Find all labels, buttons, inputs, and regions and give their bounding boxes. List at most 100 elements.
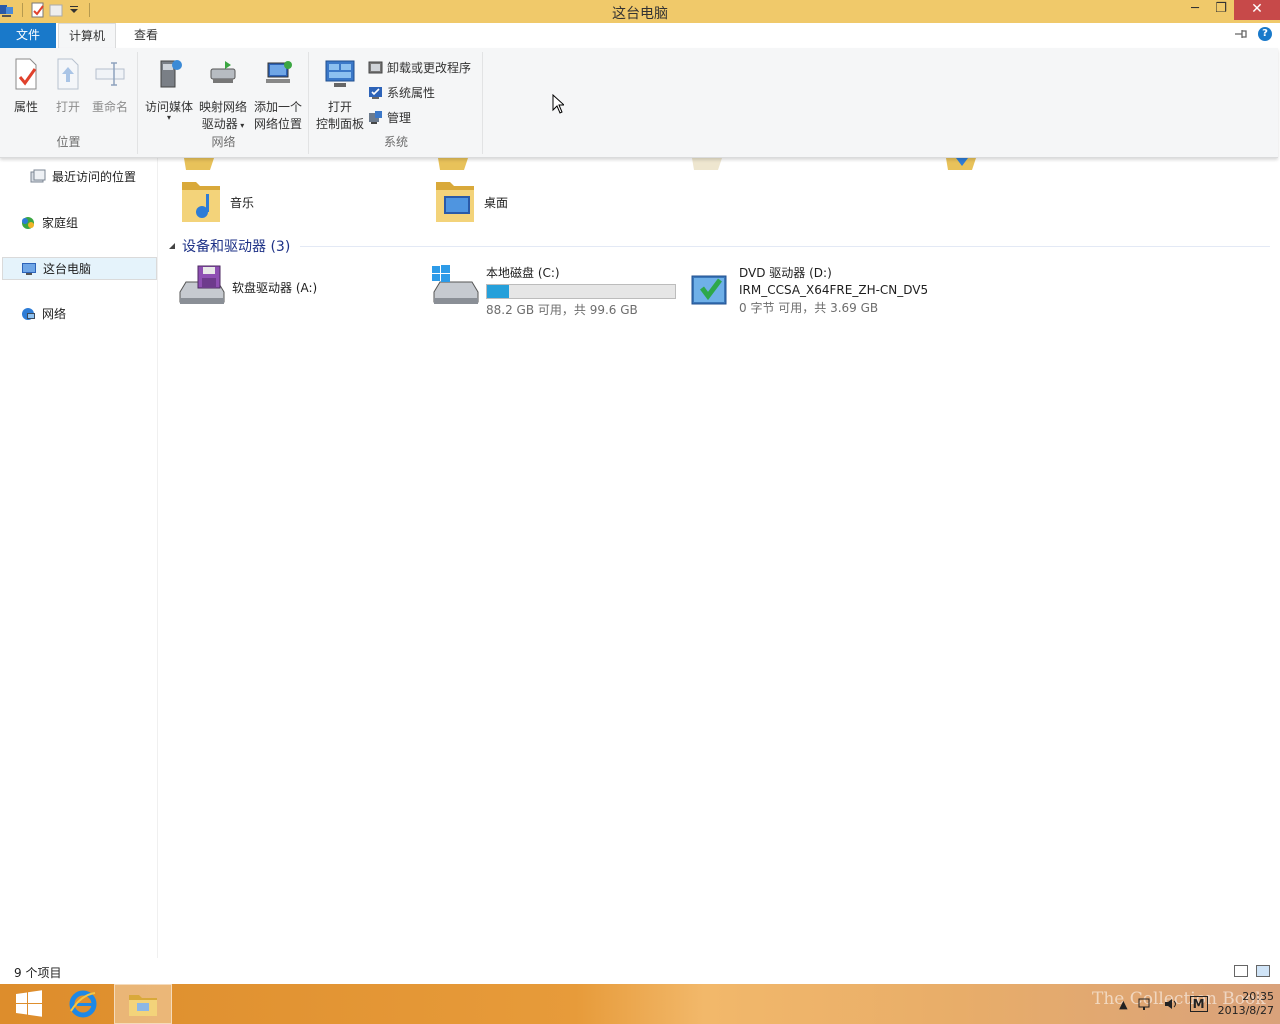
taskbar: The Collection Book ▲ M 20:35 2013/8/27 — [0, 984, 1280, 1024]
folder-label: 音乐 — [230, 195, 255, 210]
properties-label: 属性 — [13, 100, 38, 114]
network-icon — [22, 307, 35, 320]
map-drive-label-2: 驱动器 — [201, 117, 238, 131]
nav-item-this-pc[interactable]: 这台电脑 — [2, 257, 157, 280]
help-icon[interactable]: ? — [1258, 27, 1272, 41]
properties-button[interactable]: 属性 — [8, 57, 44, 115]
recent-places-icon — [30, 169, 46, 182]
group-label-network: 网络 — [211, 135, 236, 149]
nav-label: 这台电脑 — [43, 262, 92, 276]
nav-item-homegroup[interactable]: 家庭组 — [20, 214, 78, 231]
rename-button[interactable]: 重命名 — [90, 57, 130, 115]
ribbon-right-controls: ? — [1234, 27, 1272, 41]
minimize-button[interactable]: ─ — [1182, 0, 1208, 20]
devices-section-title: 设备和驱动器 (3) — [182, 239, 291, 255]
devices-section-header[interactable]: 设备和驱动器 (3) — [168, 236, 290, 256]
folder-desktop[interactable]: 桌面 — [434, 178, 508, 226]
nav-item-network[interactable]: 网络 — [20, 305, 66, 322]
navigation-pane: 最近访问的位置 家庭组 这台电脑 网络 — [0, 158, 158, 958]
drive-name: 本地磁盘 (C:) — [486, 266, 560, 280]
collapse-triangle-icon[interactable] — [168, 242, 176, 250]
nav-label: 网络 — [42, 307, 67, 321]
add-network-label-2: 网络位置 — [253, 117, 302, 131]
nav-label: 最近访问的位置 — [52, 170, 137, 184]
status-bar: 9 个项目 — [0, 958, 1280, 984]
control-panel-label-2: 控制面板 — [315, 117, 364, 131]
window-controls: ─ ❐ ✕ — [1182, 0, 1280, 20]
group-label-location: 位置 — [56, 135, 81, 149]
ribbon-tabs: 文件 计算机 查看 ? — [0, 23, 1280, 49]
dropdown-arrow-icon: ▾ — [237, 121, 245, 130]
map-drive-label-1: 映射网络 — [198, 100, 247, 114]
system-properties-button[interactable]: 系统属性 — [368, 84, 435, 101]
access-media-button[interactable]: 访问媒体 ▾ — [143, 57, 195, 122]
add-network-label-1: 添加一个 — [253, 100, 302, 114]
internet-explorer-icon — [69, 990, 97, 1018]
nav-item-recent-places[interactable]: 最近访问的位置 — [30, 168, 136, 185]
disk-usage-bar — [486, 284, 676, 299]
large-icons-view-icon[interactable] — [1256, 965, 1270, 977]
window-title: 这台电脑 — [612, 6, 668, 22]
open-button[interactable]: 打开 — [50, 57, 86, 115]
control-panel-label-1: 打开 — [327, 100, 352, 114]
rename-icon — [95, 62, 125, 86]
drive-dvd-d[interactable]: DVD 驱动器 (D:) IRM_CCSA_X64FRE_ZH-CN_DV5 0… — [690, 264, 928, 316]
manage-icon — [369, 111, 382, 124]
clock[interactable]: 20:35 2013/8/27 — [1218, 990, 1274, 1018]
drive-floppy[interactable]: 软盘驱动器 (A:) — [176, 264, 317, 310]
taskbar-file-explorer[interactable] — [114, 984, 172, 1024]
section-divider — [300, 246, 1270, 247]
item-count: 9 个项目 — [14, 966, 62, 980]
pin-ribbon-icon[interactable] — [1234, 28, 1248, 40]
system-tray: ▲ M 20:35 2013/8/27 — [1119, 984, 1274, 1024]
folder-icon — [438, 158, 468, 170]
rename-label: 重命名 — [91, 100, 128, 114]
show-hidden-icons-icon[interactable]: ▲ — [1119, 998, 1127, 1011]
tab-computer[interactable]: 计算机 — [58, 23, 117, 49]
folder-music[interactable]: 音乐 — [180, 178, 254, 226]
add-network-location-button[interactable]: 添加一个 网络位置 — [251, 57, 305, 132]
ribbon-group-location: 属性 打开 重命名 位置 — [0, 52, 138, 154]
details-view-icon[interactable] — [1234, 965, 1248, 977]
system-properties-label: 系统属性 — [387, 86, 436, 100]
music-folder-icon — [182, 182, 220, 222]
drive-name: DVD 驱动器 (D:) — [739, 266, 832, 280]
drive-space: 0 字节 可用，共 3.69 GB — [739, 301, 879, 315]
mouse-cursor-icon — [552, 94, 564, 114]
open-control-panel-button[interactable]: 打开 控制面板 — [314, 57, 366, 132]
uninstall-icon — [368, 61, 383, 74]
drive-local-disk-c[interactable]: 本地磁盘 (C:) 88.2 GB 可用，共 99.6 GB — [430, 264, 676, 318]
volume-icon[interactable] — [1164, 997, 1180, 1011]
network-status-icon[interactable] — [1138, 997, 1154, 1011]
file-explorer-icon — [129, 995, 157, 1016]
taskbar-internet-explorer[interactable] — [54, 984, 112, 1024]
start-button[interactable] — [0, 984, 58, 1024]
drive-details: 本地磁盘 (C:) 88.2 GB 可用，共 99.6 GB — [486, 264, 676, 318]
homegroup-icon — [22, 216, 34, 229]
map-drive-icon — [210, 61, 236, 83]
tab-file[interactable]: 文件 — [0, 23, 56, 48]
map-network-drive-button[interactable]: 映射网络 驱动器 ▾ — [197, 57, 249, 132]
tab-view[interactable]: 查看 — [124, 23, 168, 48]
input-method-indicator[interactable]: M — [1189, 996, 1208, 1012]
ribbon-group-network: 访问媒体 ▾ 映射网络 驱动器 ▾ 添加一个 网络位置 网络 — [139, 52, 309, 154]
folder-icon — [184, 158, 214, 170]
title-bar: 这台电脑 ─ ❐ ✕ — [0, 0, 1280, 23]
uninstall-program-button[interactable]: 卸载或更改程序 — [368, 59, 471, 76]
desktop-folder-icon — [436, 182, 474, 222]
clock-time: 20:35 — [1242, 990, 1274, 1003]
media-icon — [160, 60, 182, 88]
manage-label: 管理 — [387, 111, 412, 125]
control-panel-icon — [325, 60, 355, 87]
close-button[interactable]: ✕ — [1234, 0, 1280, 20]
maximize-button[interactable]: ❐ — [1208, 0, 1234, 20]
this-pc-icon — [22, 262, 36, 275]
disk-usage-fill — [487, 285, 509, 298]
manage-button[interactable]: 管理 — [368, 109, 411, 126]
dropdown-arrow-icon: ▾ — [166, 113, 171, 122]
drive-volume-label: IRM_CCSA_X64FRE_ZH-CN_DV5 — [739, 283, 929, 297]
system-properties-icon — [369, 87, 382, 99]
open-icon — [57, 58, 79, 90]
view-switcher — [1234, 965, 1270, 977]
group-label-system: 系统 — [383, 135, 408, 149]
